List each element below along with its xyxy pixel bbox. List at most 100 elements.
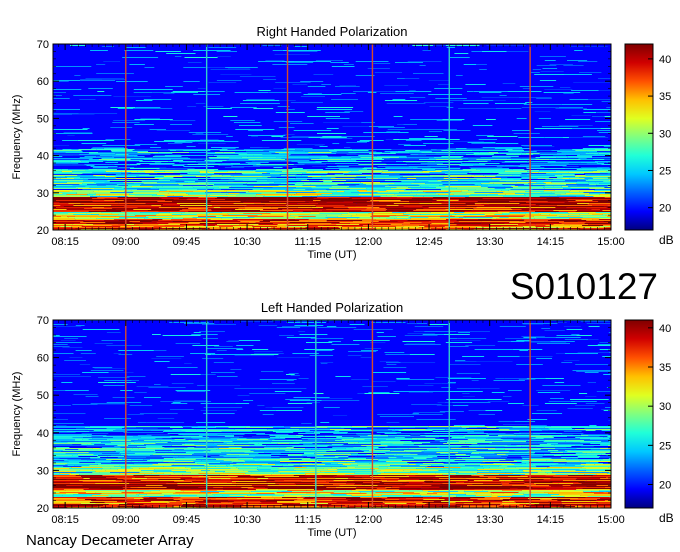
spectrogram-cell <box>257 478 269 479</box>
spectrogram-cell <box>178 498 216 499</box>
x-tick-label: 10:30 <box>233 236 261 248</box>
spectrogram-cell <box>545 183 577 184</box>
spectrogram-cell <box>496 486 504 487</box>
spectrogram-cell <box>406 219 446 220</box>
spectrogram-cell <box>459 468 484 469</box>
spectrogram-cell <box>98 382 117 383</box>
spectrogram-cell <box>349 197 361 198</box>
spectrogram-cell <box>187 182 198 183</box>
spectrogram-cell <box>330 62 341 63</box>
spectrogram-cell <box>127 174 150 175</box>
spectrogram-cell <box>422 443 444 444</box>
spectrogram-cell <box>360 497 388 498</box>
spectrogram-cell <box>290 215 327 216</box>
spectrogram-cell <box>228 179 235 180</box>
spectrogram-cell <box>348 219 376 220</box>
spectrogram-cell <box>474 155 508 156</box>
spectrogram-cell <box>123 450 131 451</box>
spectrogram-cell <box>71 467 102 468</box>
spectrogram-cell <box>345 86 360 87</box>
x-tick-label: 14:15 <box>537 236 565 248</box>
spectrogram-cell <box>439 487 471 488</box>
spectrogram-cell <box>416 489 454 490</box>
spectrogram-cell <box>67 216 75 217</box>
spectrogram-cell <box>595 212 611 213</box>
spectrogram-cell <box>258 178 296 179</box>
spectrogram-cell <box>441 203 466 204</box>
spectrogram-cell <box>407 333 435 334</box>
spectrogram-cell <box>568 163 587 164</box>
spectrogram-cell <box>591 209 600 210</box>
spectrogram-cell <box>383 367 407 368</box>
spectrogram-cell <box>526 207 556 208</box>
spectrogram-cell <box>489 435 498 436</box>
spectrogram-cell <box>577 203 590 204</box>
spectrogram-cell <box>132 222 157 223</box>
spectrogram-cell <box>154 361 170 362</box>
spectrogram-cell <box>514 421 536 422</box>
spectrogram-cell <box>587 179 611 180</box>
spectrogram-cell <box>477 443 490 444</box>
spectrogram-cell <box>165 200 191 201</box>
spectrogram-cell <box>305 505 346 506</box>
spectrogram-cell <box>210 69 251 70</box>
spectrogram-cell <box>133 183 144 184</box>
spectrogram-cell <box>487 187 513 188</box>
spectrogram-cell <box>467 429 482 430</box>
spectrogram-cell <box>138 461 164 462</box>
spectrogram-cell <box>314 452 354 453</box>
spectrogram-cell <box>353 340 390 341</box>
spectrogram-cell <box>243 504 283 505</box>
spectrogram-cell <box>157 185 184 186</box>
spectrogram-cell <box>408 392 433 393</box>
spectrogram-cell <box>261 140 302 141</box>
spectrogram-cell <box>96 218 128 219</box>
spectrogram-panel-right-handed: Right Handed Polarization20304050607008:… <box>11 24 674 261</box>
spectrogram-cell <box>551 206 576 207</box>
spectrogram-cell <box>333 492 350 493</box>
y-tick-label: 20 <box>37 225 49 237</box>
spectrogram-cell <box>458 452 472 453</box>
spectrogram-cell <box>168 501 177 502</box>
spectrogram-cell <box>115 216 146 217</box>
spectrogram-cell <box>577 155 609 156</box>
spectrogram-cell <box>606 107 611 108</box>
spectrogram-cell <box>81 444 88 445</box>
spectrogram-cell <box>116 158 153 159</box>
spectrogram-cell <box>600 456 611 457</box>
spectrogram-cell <box>70 161 82 162</box>
spectrogram-cell <box>95 471 130 472</box>
spectrogram-cell <box>511 497 547 498</box>
spectrogram-cell <box>173 493 211 494</box>
spectrogram-cell <box>308 152 332 153</box>
spectrogram-cell <box>233 501 261 502</box>
spectrogram-cell <box>502 83 516 84</box>
spectrogram-cell <box>66 209 94 210</box>
spectrogram-cell <box>336 224 360 225</box>
spectrogram-cell <box>274 494 291 495</box>
spectrogram-cell <box>494 103 527 104</box>
spectrogram-cell <box>83 204 97 205</box>
spectrogram-cell <box>567 228 581 229</box>
spectrogram-cell <box>241 499 264 500</box>
spectrogram-cell <box>295 187 312 188</box>
spectrogram-cell <box>464 491 488 492</box>
spectrogram-cell <box>522 226 536 227</box>
spectrogram-cell <box>286 188 312 189</box>
spectrogram-cell <box>505 149 513 150</box>
spectrogram-cell <box>548 493 582 494</box>
spectrogram-cell <box>482 466 499 467</box>
spectrogram-cell <box>256 181 288 182</box>
spectrogram-cell <box>206 203 234 204</box>
spectrogram-cell <box>455 495 476 496</box>
spectrogram-cell <box>302 463 313 464</box>
spectrogram-cell <box>172 165 185 166</box>
spectrogram-cell <box>53 460 65 461</box>
spectrogram-cell <box>240 103 280 104</box>
spectrogram-cell <box>295 435 304 436</box>
spectrogram-cell <box>466 184 475 185</box>
spectrogram-cell <box>422 199 433 200</box>
spectrogram-cell <box>350 158 374 159</box>
spectrogram-cell <box>381 498 406 499</box>
spectrogram-cell <box>224 197 253 198</box>
